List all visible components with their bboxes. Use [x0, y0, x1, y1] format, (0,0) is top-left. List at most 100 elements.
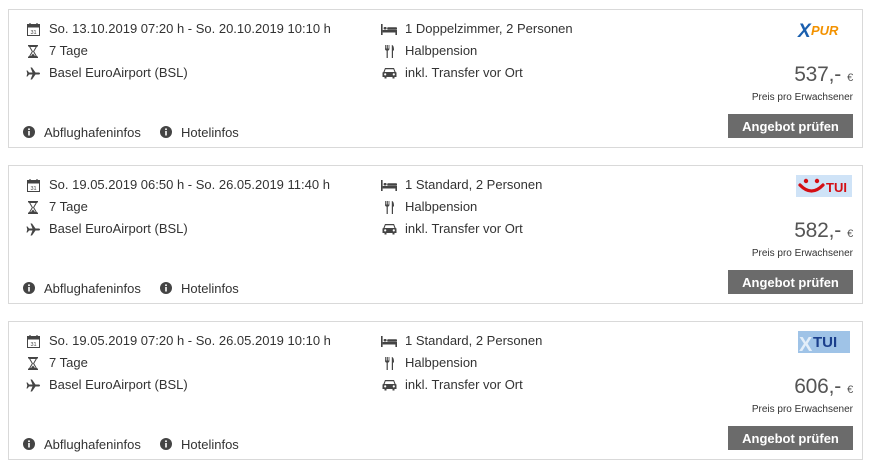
price-currency: € [847, 228, 853, 240]
duration-row: 7 Tage [25, 199, 88, 215]
car-icon [381, 377, 397, 393]
hourglass-icon [25, 355, 41, 371]
cutlery-icon [381, 355, 397, 371]
room-info: 1 Doppelzimmer, 2 Personen [405, 21, 573, 36]
price-note: Preis pro Erwachsener [751, 92, 853, 103]
hotel-info-label[interactable]: Hotelinfos [181, 437, 239, 452]
board-type: Halbpension [405, 355, 478, 370]
hotel-info-label[interactable]: Hotelinfos [181, 125, 239, 140]
travel-dates: So. 19.05.2019 07:20 h - So. 26.05.2019 … [49, 333, 331, 348]
hourglass-icon [25, 199, 41, 215]
cutlery-icon [381, 199, 397, 215]
airport-info-link[interactable]: Abflughafeninfos [21, 280, 141, 296]
bed-icon [381, 333, 397, 349]
airport-row: Basel EuroAirport (BSL) [25, 221, 188, 237]
room-info: 1 Standard, 2 Personen [405, 333, 543, 348]
board-type: Halbpension [405, 43, 478, 58]
bed-icon [381, 21, 397, 37]
airplane-icon [25, 221, 41, 237]
airplane-icon [25, 377, 41, 393]
offer-card: 31 So. 19.05.2019 07:20 h - So. 26.05.20… [8, 321, 863, 460]
hotel-info-link[interactable]: Hotelinfos [158, 436, 239, 452]
room-row: 1 Standard, 2 Personen [381, 177, 542, 193]
travel-dates-row: 31 So. 13.10.2019 07:20 h - So. 20.10.20… [25, 21, 331, 37]
departure-airport: Basel EuroAirport (BSL) [49, 221, 188, 236]
duration: 7 Tage [49, 355, 88, 370]
price: 606,- € [794, 375, 853, 399]
room-row: 1 Standard, 2 Personen [381, 333, 542, 349]
cutlery-icon [381, 43, 397, 59]
transfer-row: inkl. Transfer vor Ort [381, 65, 523, 81]
airport-info-label[interactable]: Abflughafeninfos [44, 125, 141, 140]
price-note: Preis pro Erwachsener [751, 404, 853, 415]
hourglass-icon [25, 43, 41, 59]
info-icon [158, 280, 174, 296]
info-icon [21, 436, 37, 452]
duration-row: 7 Tage [25, 43, 88, 59]
calendar-icon: 31 [25, 333, 41, 349]
calendar-icon: 31 [25, 177, 41, 193]
transfer-info: inkl. Transfer vor Ort [405, 65, 523, 80]
travel-dates-row: 31 So. 19.05.2019 07:20 h - So. 26.05.20… [25, 333, 331, 349]
transfer-row: inkl. Transfer vor Ort [381, 221, 523, 237]
travel-dates-row: 31 So. 19.05.2019 06:50 h - So. 26.05.20… [25, 177, 330, 193]
hotel-info-link[interactable]: Hotelinfos [158, 280, 239, 296]
bed-icon [381, 177, 397, 193]
price-currency: € [847, 384, 853, 396]
transfer-info: inkl. Transfer vor Ort [405, 377, 523, 392]
car-icon [381, 221, 397, 237]
hotel-info-link[interactable]: Hotelinfos [158, 124, 239, 140]
xtui-logo: X TUI [796, 330, 852, 354]
svg-text:X: X [799, 334, 813, 353]
room-info: 1 Standard, 2 Personen [405, 177, 543, 192]
travel-dates: So. 13.10.2019 07:20 h - So. 20.10.2019 … [49, 21, 331, 36]
price: 537,- € [794, 63, 853, 87]
airport-row: Basel EuroAirport (BSL) [25, 65, 188, 81]
price: 582,- € [794, 219, 853, 243]
airport-row: Basel EuroAirport (BSL) [25, 377, 188, 393]
svg-text:31: 31 [30, 186, 36, 192]
board-row: Halbpension [381, 43, 477, 59]
airport-info-label[interactable]: Abflughafeninfos [44, 437, 141, 452]
xpur-logo: X PUR [796, 18, 852, 42]
calendar-icon: 31 [25, 21, 41, 37]
check-offer-button[interactable]: Angebot prüfen [728, 270, 853, 294]
price-value: 582,- [794, 219, 842, 242]
hotel-info-label[interactable]: Hotelinfos [181, 281, 239, 296]
svg-text:PUR: PUR [811, 23, 839, 38]
check-offer-button[interactable]: Angebot prüfen [728, 114, 853, 138]
svg-text:31: 31 [30, 30, 36, 36]
transfer-row: inkl. Transfer vor Ort [381, 377, 523, 393]
offer-card: 31 So. 19.05.2019 06:50 h - So. 26.05.20… [8, 165, 863, 304]
svg-text:X: X [797, 21, 812, 40]
board-row: Halbpension [381, 355, 477, 371]
board-row: Halbpension [381, 199, 477, 215]
price-note: Preis pro Erwachsener [751, 248, 853, 259]
duration-row: 7 Tage [25, 355, 88, 371]
offer-card: 31 So. 13.10.2019 07:20 h - So. 20.10.20… [8, 9, 863, 148]
svg-text:31: 31 [30, 342, 36, 348]
duration: 7 Tage [49, 199, 88, 214]
price-value: 606,- [794, 375, 842, 398]
check-offer-button[interactable]: Angebot prüfen [728, 426, 853, 450]
svg-text:TUI: TUI [826, 180, 847, 195]
travel-dates: So. 19.05.2019 06:50 h - So. 26.05.2019 … [49, 177, 330, 192]
transfer-info: inkl. Transfer vor Ort [405, 221, 523, 236]
info-icon [158, 436, 174, 452]
price-value: 537,- [794, 63, 842, 86]
tui-logo: TUI [796, 174, 852, 198]
info-icon [21, 280, 37, 296]
price-currency: € [847, 72, 853, 84]
car-icon [381, 65, 397, 81]
departure-airport: Basel EuroAirport (BSL) [49, 377, 188, 392]
info-icon [21, 124, 37, 140]
airplane-icon [25, 65, 41, 81]
airport-info-link[interactable]: Abflughafeninfos [21, 436, 141, 452]
duration: 7 Tage [49, 43, 88, 58]
svg-text:TUI: TUI [813, 334, 837, 351]
airport-info-label[interactable]: Abflughafeninfos [44, 281, 141, 296]
info-icon [158, 124, 174, 140]
departure-airport: Basel EuroAirport (BSL) [49, 65, 188, 80]
board-type: Halbpension [405, 199, 478, 214]
airport-info-link[interactable]: Abflughafeninfos [21, 124, 141, 140]
